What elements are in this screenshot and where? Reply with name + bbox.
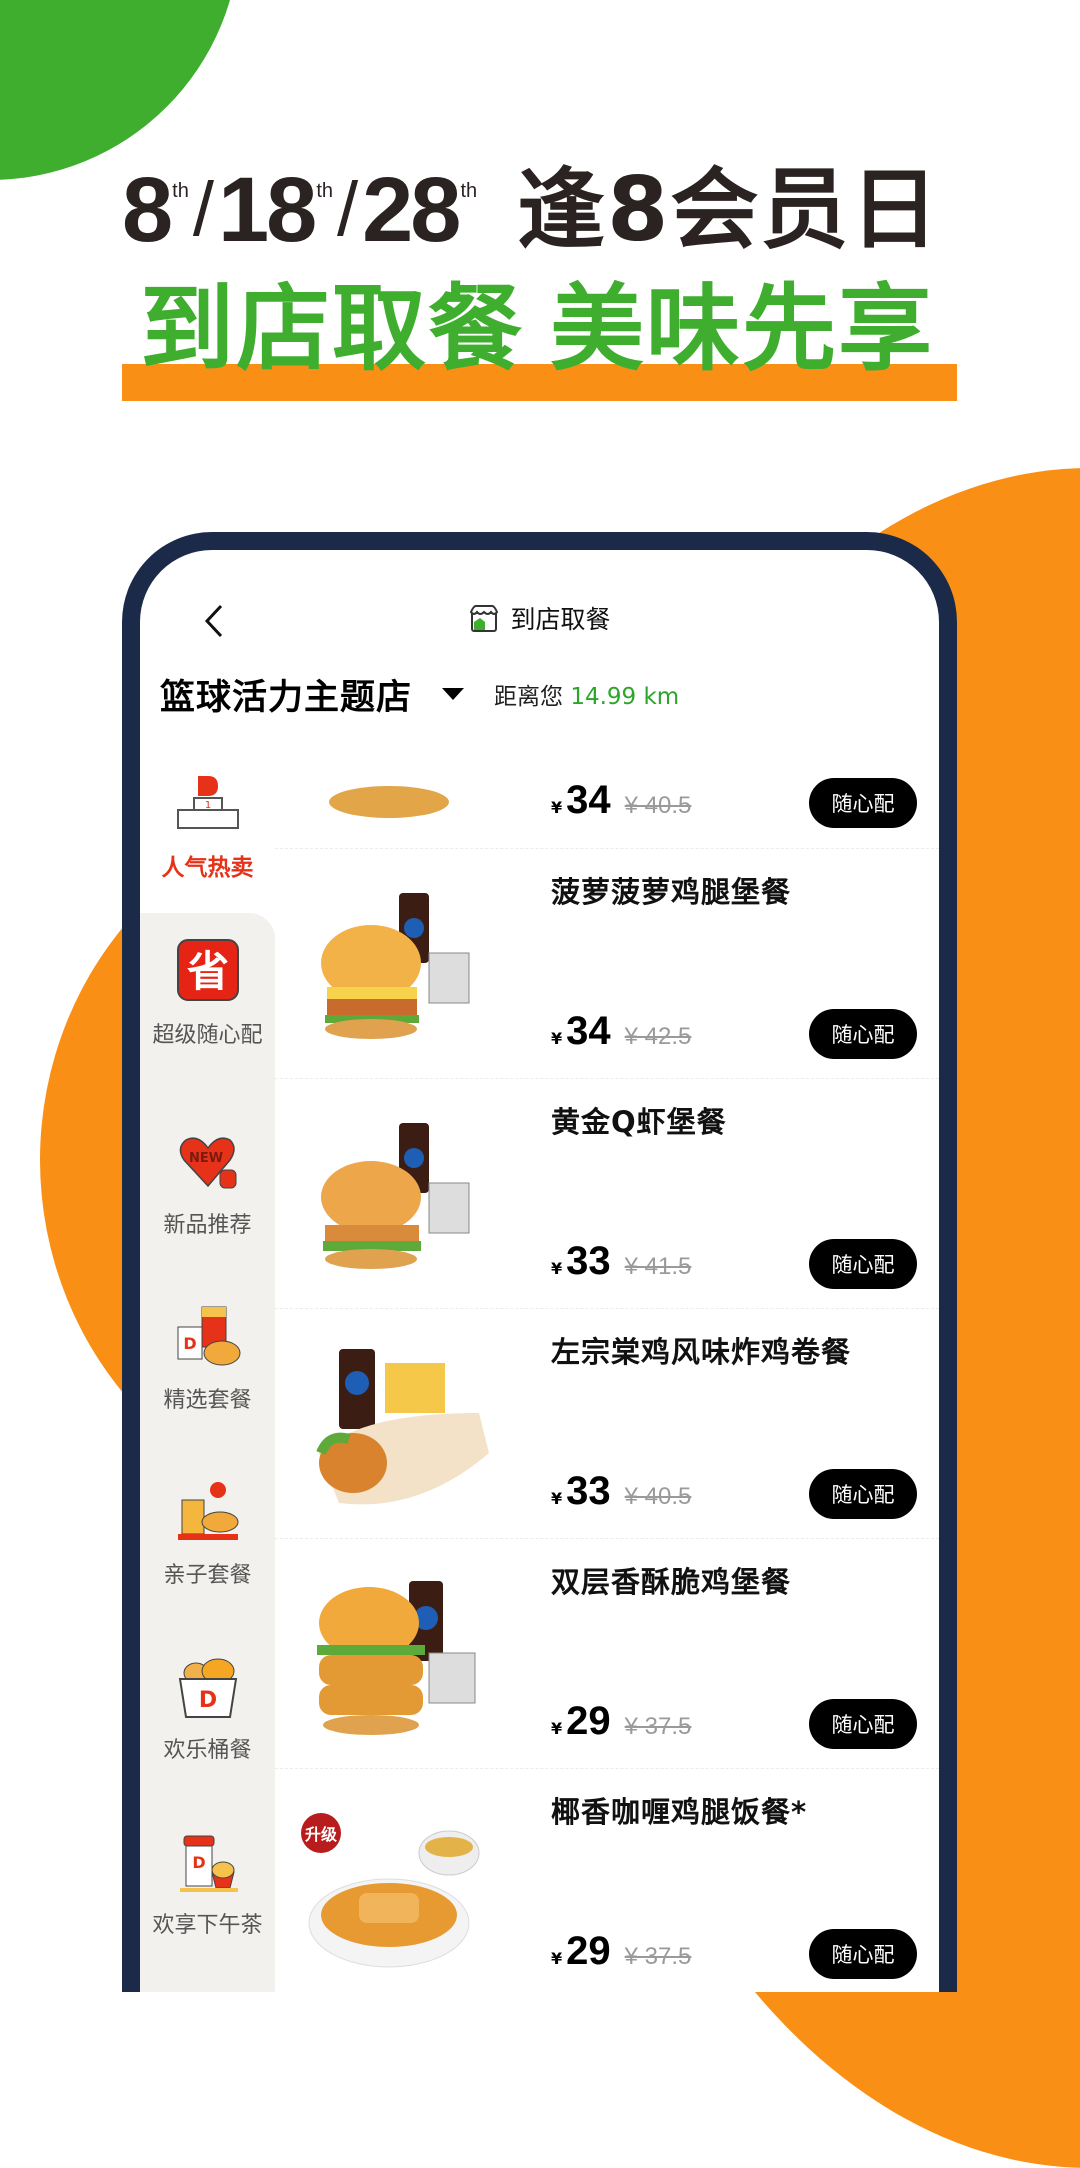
price: ¥ 33 ¥ 41.5 — [551, 1239, 691, 1284]
green-decor-shape — [0, 0, 240, 180]
product-name[interactable]: 椰香咖喱鸡腿饭餐* — [551, 1789, 807, 1831]
price: ¥ 33 ¥ 40.5 — [551, 1469, 691, 1514]
original-price: ¥ 40.5 — [624, 792, 692, 819]
price: ¥ 34 ¥ 42.5 — [551, 1009, 691, 1054]
product-card[interactable]: 双层香酥脆鸡堡餐 ¥ 29 ¥ 37.5 随心配 — [275, 1538, 939, 1769]
afternoon-tea-icon: D — [179, 1835, 238, 1892]
date-18: 18 — [217, 159, 317, 261]
date-28-suffix: th — [460, 180, 478, 202]
sidebar-label: 新品推荐 — [163, 1213, 252, 1238]
sidebar-label: 欢享下午茶 — [152, 1913, 263, 1938]
svg-text:NEW: NEW — [188, 1151, 222, 1166]
original-price: ¥ 40.5 — [624, 1483, 692, 1510]
slogan: 到店取餐 美味先享 — [140, 280, 970, 380]
svg-text:1: 1 — [204, 800, 210, 811]
currency-symbol: ¥ — [551, 1259, 563, 1278]
currency-symbol: ¥ — [551, 798, 563, 817]
combo-button[interactable]: 随心配 — [809, 1929, 917, 1979]
current-price: 34 — [566, 778, 611, 822]
current-price: 29 — [566, 1929, 611, 1973]
original-price: ¥ 37.5 — [624, 1713, 692, 1740]
svg-text:D: D — [183, 1334, 196, 1353]
sidebar-item-combo[interactable]: D 精选套餐 — [140, 1301, 275, 1415]
combo-button[interactable]: 随心配 — [809, 1009, 917, 1059]
current-price: 33 — [566, 1469, 611, 1513]
currency-symbol: ¥ — [551, 1949, 563, 1968]
date-18-suffix: th — [316, 180, 334, 202]
phone-frame: 到店取餐 篮球活力主题店 距离您 14.99 km 1 人气热卖 省 超级随心配… — [122, 532, 957, 1992]
currency-symbol: ¥ — [551, 1719, 563, 1738]
sidebar-label: 亲子套餐 — [163, 1563, 252, 1588]
kids-meal-icon — [177, 1482, 238, 1540]
currency-symbol: ¥ — [551, 1029, 563, 1048]
sidebar-label: 超级随心配 — [152, 1023, 263, 1048]
curry-rice-meal-image: 升级 — [301, 1813, 480, 1968]
shrimp-burger-meal-image — [321, 1123, 470, 1269]
product-card[interactable]: 升级 椰香咖喱鸡腿饭餐* ¥ 29 ¥ 37.5 随心配 — [275, 1768, 939, 1992]
combo-button[interactable]: 随心配 — [809, 1239, 917, 1289]
price: ¥ 29 ¥ 37.5 — [551, 1929, 691, 1974]
product-name[interactable]: 双层香酥脆鸡堡餐 — [551, 1559, 791, 1601]
slogan-part-1: 到店取餐 — [140, 275, 525, 384]
combo-button[interactable]: 随心配 — [809, 1469, 917, 1519]
svg-text:D: D — [198, 1688, 216, 1713]
svg-text:升级: 升级 — [305, 1825, 338, 1844]
burger-image — [329, 786, 449, 818]
sidebar-label: 人气热卖 — [161, 855, 254, 881]
current-price: 34 — [566, 1009, 611, 1053]
combo-meal-icon: D — [177, 1306, 240, 1366]
category-sidebar: 1 人气热卖 省 超级随心配 NEW 新品推荐 D 精选套餐 亲子套餐 D 欢乐… — [140, 746, 275, 1992]
combo-button[interactable]: 随心配 — [809, 1699, 917, 1749]
current-price: 29 — [566, 1699, 611, 1743]
product-list: ¥ 34 ¥ 40.5 随心配 菠萝菠萝鸡腿堡餐 ¥ 34 ¥ 42.5 随心配… — [275, 746, 939, 1992]
sidebar-item-new[interactable]: NEW 新品推荐 — [140, 1126, 275, 1240]
date-28: 28 — [362, 159, 461, 261]
product-name[interactable]: 菠萝菠萝鸡腿堡餐 — [551, 869, 791, 911]
slash: / — [192, 167, 214, 252]
svg-text:D: D — [192, 1853, 205, 1872]
sidebar-label: 欢乐桶餐 — [163, 1738, 252, 1763]
svg-text:省: 省 — [186, 947, 228, 996]
bucket-icon: D — [178, 1658, 237, 1718]
product-card[interactable]: ¥ 34 ¥ 40.5 随心配 — [275, 618, 939, 848]
product-card[interactable]: 黄金Q虾堡餐 ¥ 33 ¥ 41.5 随心配 — [275, 1078, 939, 1309]
double-chicken-burger-meal-image — [317, 1581, 476, 1735]
member-day-headline: 8 th / 18 th / 28 th 逢8会员日 — [122, 160, 972, 260]
product-name[interactable]: 黄金Q虾堡餐 — [551, 1099, 727, 1141]
app-screen: 到店取餐 篮球活力主题店 距离您 14.99 km 1 人气热卖 省 超级随心配… — [140, 550, 939, 1992]
sidebar-label: 精选套餐 — [163, 1388, 252, 1413]
slash: / — [337, 167, 359, 252]
sidebar-item-super-combo[interactable]: 省 超级随心配 — [140, 936, 275, 1050]
date-8: 8 — [122, 159, 173, 261]
pineapple-burger-meal-image — [321, 893, 470, 1039]
sidebar-item-popular[interactable]: 1 人气热卖 — [140, 768, 275, 882]
currency-symbol: ¥ — [551, 1489, 563, 1508]
sidebar-item-bucket[interactable]: D 欢乐桶餐 — [140, 1651, 275, 1765]
product-name[interactable]: 左宗棠鸡风味炸鸡卷餐 — [551, 1329, 851, 1371]
sidebar-item-kids[interactable]: 亲子套餐 — [140, 1476, 275, 1590]
new-heart-icon: NEW — [179, 1137, 236, 1189]
original-price: ¥ 37.5 — [624, 1943, 692, 1970]
save-badge-icon: 省 — [176, 939, 239, 1001]
combo-button[interactable]: 随心配 — [809, 778, 917, 828]
original-price: ¥ 42.5 — [624, 1023, 692, 1050]
date-8-suffix: th — [172, 180, 189, 202]
chicken-wrap-meal-image — [316, 1349, 489, 1505]
product-card[interactable]: 菠萝菠萝鸡腿堡餐 ¥ 34 ¥ 42.5 随心配 — [275, 848, 939, 1079]
current-price: 33 — [566, 1239, 611, 1283]
price: ¥ 34 ¥ 40.5 — [551, 778, 691, 823]
sidebar-item-afternoon-tea[interactable]: D 欢享下午茶 — [140, 1826, 275, 1940]
price: ¥ 29 ¥ 37.5 — [551, 1699, 691, 1744]
upgrade-badge: 升级 — [301, 1813, 341, 1853]
podium-icon: 1 — [176, 776, 239, 829]
product-card[interactable]: 左宗棠鸡风味炸鸡卷餐 ¥ 33 ¥ 40.5 随心配 — [275, 1308, 939, 1539]
original-price: ¥ 41.5 — [624, 1253, 692, 1280]
member-day-title: 逢8会员日 — [517, 158, 941, 261]
slogan-part-2: 美味先享 — [550, 275, 935, 384]
